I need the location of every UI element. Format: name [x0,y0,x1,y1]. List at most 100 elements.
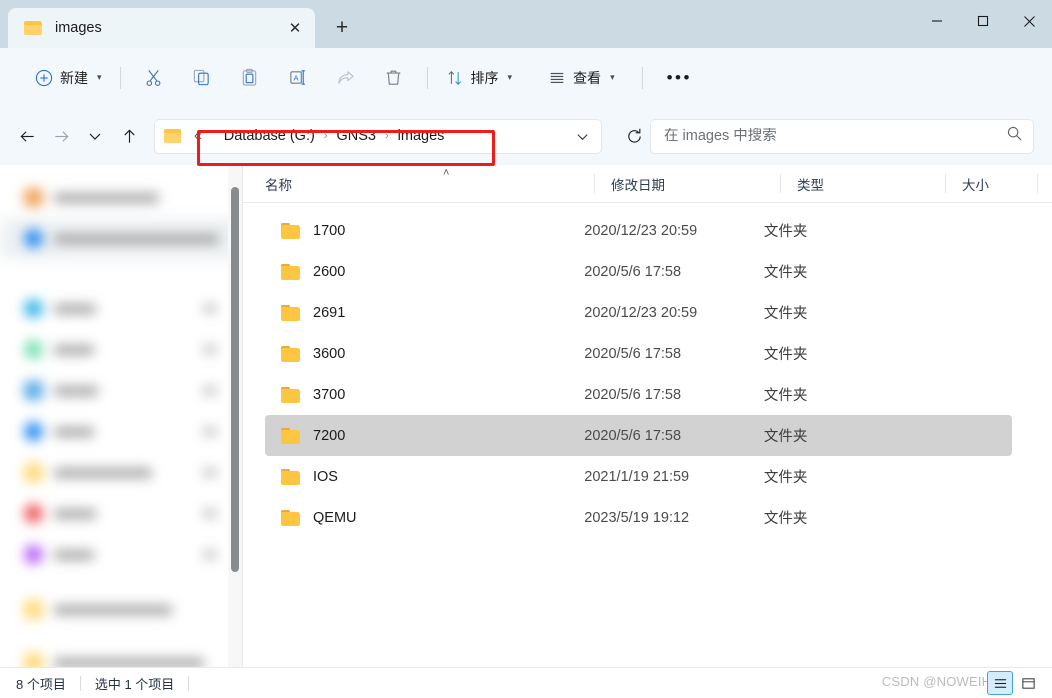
sidebar-item[interactable] [0,493,243,534]
sidebar-scrollbar[interactable] [228,165,242,667]
breadcrumb-separator[interactable]: › [324,130,328,142]
sidebar-item-label [54,303,96,314]
chevron-right-icon [203,468,217,477]
column-header-type-label: 类型 [797,177,824,193]
breadcrumb-item-images[interactable]: images [395,126,448,146]
column-header-size[interactable]: 大小 [946,165,1038,202]
chevron-right-icon [203,550,217,559]
sidebar-item-label [54,385,98,396]
table-row[interactable]: 3700 2020/5/6 17:58 文件夹 [265,374,1012,415]
search-box[interactable] [650,118,1034,154]
sidebar-item[interactable] [0,452,243,493]
table-row[interactable]: QEMU 2023/5/19 19:12 文件夹 [265,497,1012,538]
close-tab-icon[interactable]: ✕ [281,14,309,42]
file-date-cell: 2021/1/19 21:59 [584,468,690,485]
copy-icon[interactable] [182,60,222,96]
forward-arrow-icon[interactable] [44,119,78,153]
file-name-cell: IOS [313,468,338,485]
sidebar-item[interactable] [0,589,243,630]
sort-button[interactable]: 排序 ▾ [437,61,522,95]
column-header-type[interactable]: 类型 [781,165,946,202]
search-icon[interactable] [1006,125,1023,147]
breadcrumb-overflow[interactable]: « [191,126,205,146]
sidebar-item-label [54,426,94,437]
share-icon [326,60,366,96]
file-type-cell: 文件夹 [763,429,808,445]
table-row[interactable]: 7200 2020/5/6 17:58 文件夹 [265,415,1012,456]
chevron-right-icon [203,509,217,518]
sort-icon [448,70,461,85]
sidebar-item-label [54,604,172,615]
file-name-cell: 3700 [313,386,346,403]
file-name-cell: 2600 [313,263,346,280]
tab-images[interactable]: images ✕ [8,8,315,48]
address-dropdown-icon[interactable] [567,129,597,144]
column-header-date[interactable]: 修改日期 [595,165,781,202]
file-type-cell: 文件夹 [763,347,808,363]
column-header-name[interactable]: 名称 ˄ [265,165,595,202]
column-header-date-label: 修改日期 [611,177,665,193]
sidebar-item-icon [24,545,43,564]
sidebar-item[interactable] [0,534,243,575]
paste-icon[interactable] [230,60,270,96]
column-divider[interactable] [1037,174,1038,193]
folder-icon [281,509,300,526]
sidebar-item[interactable] [0,370,243,411]
column-header-size-label: 大小 [962,177,989,193]
breadcrumb-separator[interactable]: › [385,130,389,142]
file-type-cell: 文件夹 [763,306,808,322]
table-row[interactable]: 2691 2020/12/23 20:59 文件夹 [265,292,1012,333]
sidebar-item[interactable] [0,329,243,370]
sidebar-item[interactable] [0,218,243,259]
sidebar-scrollbar-thumb[interactable] [231,187,239,572]
sidebar-item[interactable] [0,177,243,218]
folder-icon [281,304,300,321]
sidebar-item[interactable] [0,411,243,452]
table-row[interactable]: 2600 2020/5/6 17:58 文件夹 [265,251,1012,292]
table-row[interactable]: IOS 2021/1/19 21:59 文件夹 [265,456,1012,497]
address-bar[interactable]: « › Database (G:) › GNS3 › images [154,118,602,154]
table-row[interactable]: 1700 2020/12/23 20:59 文件夹 [265,210,1012,251]
sidebar-item-label [54,657,204,667]
view-icon [550,72,564,83]
view-button[interactable]: 查看 ▾ [539,61,624,95]
folder-icon [281,427,300,444]
new-tab-button[interactable]: + [325,11,359,45]
delete-icon[interactable] [374,60,414,96]
file-name-cell: QEMU [313,509,357,526]
list-view-icon[interactable] [987,671,1013,695]
chevron-right-icon [203,304,217,313]
window-controls [914,0,1052,42]
status-divider [79,675,81,691]
search-input[interactable] [664,128,1006,144]
maximize-icon[interactable] [960,0,1006,42]
back-arrow-icon[interactable] [10,119,44,153]
details-view-icon[interactable] [1015,671,1041,695]
breadcrumb-item-gns3[interactable]: GNS3 [334,126,380,146]
file-date-cell: 2020/5/6 17:58 [584,263,682,280]
table-row[interactable]: 3600 2020/5/6 17:58 文件夹 [265,333,1012,374]
refresh-icon[interactable] [618,120,650,152]
sidebar-item-icon [24,600,43,619]
up-arrow-icon[interactable] [112,119,146,153]
folder-icon [281,345,300,362]
sidebar-item-label [54,233,219,244]
file-date-cell: 2020/12/23 20:59 [584,304,698,321]
sidebar-item-icon [24,463,43,482]
minimize-icon[interactable] [914,0,960,42]
new-button[interactable]: 新建 ▾ [26,61,111,95]
chevron-right-icon [203,345,217,354]
sidebar-item[interactable] [0,642,243,667]
close-icon[interactable] [1006,0,1052,42]
rename-icon[interactable]: A [278,60,318,96]
breadcrumb-item-drive[interactable]: Database (G:) [221,126,318,146]
cut-icon[interactable] [134,60,174,96]
recent-locations-chevron-icon[interactable] [78,119,112,153]
more-options-button[interactable]: ••• [658,61,701,95]
folder-icon [281,263,300,280]
file-name-cell: 3600 [313,345,346,362]
navigation-pane[interactable] [0,165,243,667]
sidebar-item[interactable] [0,288,243,329]
file-list: 1700 2020/12/23 20:59 文件夹 2600 2020/5/6 17:5… [243,203,1052,667]
file-name-cell: 7200 [313,427,346,444]
